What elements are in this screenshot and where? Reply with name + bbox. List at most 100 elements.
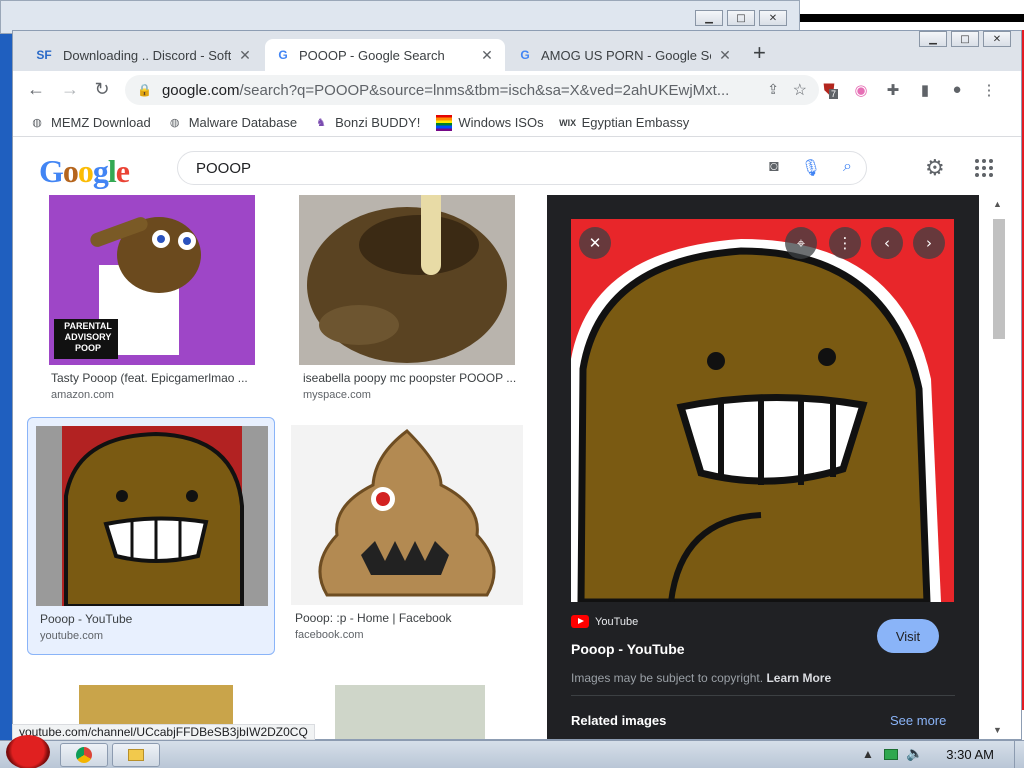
result-thumbnail[interactable] (36, 426, 268, 606)
lens-icon[interactable]: ⌖ (785, 227, 817, 259)
scrollbar-thumb[interactable] (993, 219, 1005, 339)
lock-icon[interactable]: 🔒 (137, 83, 152, 97)
search-icon[interactable]: ⌕ (843, 158, 852, 178)
close-tab-icon[interactable]: ✕ (479, 47, 495, 64)
result-thumbnail[interactable] (299, 195, 515, 365)
result-thumbnail[interactable] (335, 685, 485, 739)
back-icon[interactable]: ← (25, 79, 47, 100)
related-images-heading: Related images (571, 713, 667, 728)
image-result[interactable]: PARENTAL ADVISORY POOP Tasty Pooop (feat… (39, 195, 287, 415)
bookmark-bonzi-buddy[interactable]: ♞ Bonzi BUDDY! (313, 115, 420, 131)
close-tab-icon[interactable]: ✕ (717, 47, 733, 64)
scroll-down-icon[interactable]: ▼ (993, 725, 1002, 735)
close-icon[interactable]: ✕ (983, 31, 1011, 47)
background-window[interactable]: ▁ □ ✕ (0, 0, 800, 34)
background-window-controls: ▁ □ ✕ (695, 10, 787, 26)
result-thumbnail[interactable] (291, 425, 523, 605)
angry-poop-emoji-image (318, 429, 496, 597)
preview-source[interactable]: YouTube (571, 615, 638, 628)
reload-icon[interactable]: ↻ (91, 79, 113, 100)
search-query[interactable]: POOOP (196, 160, 251, 177)
status-bar-url: youtube.com/channel/UCcabjFFDBeSB3jbIW2D… (12, 724, 315, 740)
rainbow-flag-icon (436, 114, 453, 131)
volume-icon[interactable]: 🔈 (906, 745, 923, 762)
google-logo[interactable]: Google (39, 153, 130, 190)
close-icon[interactable]: ✕ (759, 10, 787, 26)
learn-more-link[interactable]: Learn More (766, 671, 831, 685)
maximize-icon[interactable]: □ (727, 10, 755, 26)
close-preview-icon[interactable]: ✕ (579, 227, 611, 259)
google-images-page: Google POOOP ◙ 🎙 ⌕ ⚙ PARENTAL ADVISORY P… (13, 139, 1021, 739)
scroll-up-icon[interactable]: ▲ (993, 199, 1002, 209)
bookmark-label: Egyptian Embassy (581, 115, 690, 130)
toolbar: ← → ↻ 🔒 google.com/search?q=POOOP&source… (13, 71, 1021, 109)
close-tab-icon[interactable]: ✕ (237, 47, 253, 64)
minimize-icon[interactable]: ▁ (695, 10, 723, 26)
more-options-icon[interactable]: ⋮ (829, 227, 861, 259)
settings-gear-icon[interactable]: ⚙ (925, 155, 945, 181)
tray-expand-icon[interactable]: ▲ (862, 747, 874, 761)
previous-icon[interactable]: ‹ (871, 227, 903, 259)
clock[interactable]: 3:30 AM (946, 747, 994, 762)
search-input[interactable]: POOOP ◙ 🎙 ⌕ (177, 151, 867, 185)
tab-discord[interactable]: SF Downloading .. Discord - Soft ✕ (23, 39, 263, 71)
new-tab-button[interactable]: + (753, 42, 766, 64)
chrome-window: SF Downloading .. Discord - Soft ✕ G POO… (12, 30, 1022, 740)
bookmark-memz[interactable]: ◍ MEMZ Download (29, 115, 151, 131)
youtube-icon (571, 615, 589, 628)
bookmark-star-icon[interactable]: ☆ (793, 80, 807, 100)
taskbar-explorer-button[interactable] (112, 743, 160, 767)
visit-button[interactable]: Visit (877, 619, 939, 653)
show-desktop-button[interactable] (1014, 741, 1024, 768)
extension-icon[interactable]: ◉ (851, 81, 871, 99)
tab-title: AMOG US PORN - Google Sea (541, 47, 711, 63)
image-results: PARENTAL ADVISORY POOP Tasty Pooop (feat… (13, 195, 547, 739)
camera-icon[interactable]: ◙ (769, 158, 779, 178)
start-button-angry-bird-icon[interactable] (6, 735, 50, 768)
smiling-poop-large-image (571, 239, 941, 602)
share-icon[interactable]: ⇪ (767, 81, 779, 98)
menu-icon[interactable]: ⋮ (979, 81, 999, 99)
tab-pooop-search[interactable]: G POOOP - Google Search ✕ (265, 39, 505, 71)
image-preview-panel: ✕ ⌖ ⋮ ‹ › YouTube Pooop - YouTube Visit … (547, 195, 979, 739)
result-title[interactable]: Tasty Pooop (feat. Epicgamerlmao ... (51, 371, 275, 385)
result-source[interactable]: myspace.com (303, 389, 371, 401)
bookmark-malware-database[interactable]: ◍ Malware Database (167, 115, 297, 131)
maximize-icon[interactable]: □ (951, 31, 979, 47)
result-source[interactable]: youtube.com (40, 630, 103, 642)
result-thumbnail[interactable]: PARENTAL ADVISORY POOP (49, 195, 255, 365)
sourceforge-icon: SF (36, 48, 52, 62)
result-title[interactable]: Pooop - YouTube (40, 612, 264, 626)
chrome-icon (76, 747, 92, 763)
page-scrollbar[interactable]: ▲ ▼ (979, 195, 1021, 739)
tab-amog-search[interactable]: G AMOG US PORN - Google Sea ✕ (507, 39, 743, 71)
bookmark-windows-isos[interactable]: Windows ISOs (436, 114, 544, 131)
url-text[interactable]: google.com/search?q=POOOP&source=lnms&tb… (162, 82, 742, 99)
apps-grid-icon[interactable] (975, 159, 993, 177)
image-result[interactable]: iseabella poopy mc poopster POOOP ... my… (291, 195, 539, 415)
window-controls: ▁ □ ✕ (919, 31, 1011, 47)
next-icon[interactable]: › (913, 227, 945, 259)
see-more-link[interactable]: See more (890, 713, 946, 728)
parental-advisory-label: PARENTAL ADVISORY POOP (64, 321, 112, 353)
result-source[interactable]: facebook.com (295, 629, 363, 641)
ublock-icon[interactable]: ⛊7 (819, 81, 839, 99)
minimize-icon[interactable]: ▁ (919, 31, 947, 47)
preview-title[interactable]: Pooop - YouTube (571, 641, 685, 657)
network-icon[interactable] (884, 749, 898, 760)
tab-strip: SF Downloading .. Discord - Soft ✕ G POO… (13, 31, 1021, 71)
image-result[interactable]: Pooop: :p - Home | Facebook facebook.com (283, 417, 531, 655)
result-title[interactable]: iseabella poopy mc poopster POOOP ... (303, 371, 527, 385)
forward-icon[interactable]: → (59, 79, 81, 100)
mic-icon[interactable]: 🎙 (801, 158, 821, 178)
profile-icon[interactable]: ● (947, 81, 967, 98)
puzzle-icon[interactable]: ✚ (883, 81, 903, 99)
address-bar[interactable]: 🔒 google.com/search?q=POOOP&source=lnms&… (125, 75, 819, 105)
bookmark-egyptian-embassy[interactable]: WIX Egyptian Embassy (559, 115, 690, 131)
image-result-selected[interactable]: Pooop - YouTube youtube.com (27, 417, 275, 655)
sidepanel-icon[interactable]: ▮ (915, 81, 935, 99)
result-title[interactable]: Pooop: :p - Home | Facebook (295, 611, 519, 625)
result-source[interactable]: amazon.com (51, 389, 114, 401)
taskbar-chrome-button[interactable] (60, 743, 108, 767)
preview-image[interactable]: ✕ ⌖ ⋮ ‹ › (571, 219, 954, 602)
